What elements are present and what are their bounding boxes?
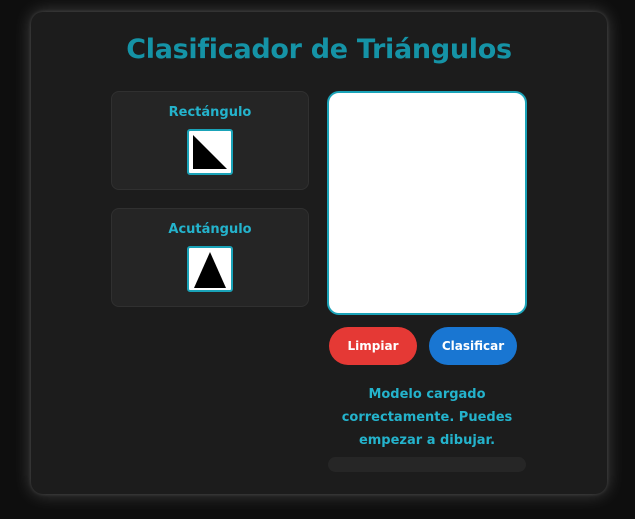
classifier-panel: Clasificador de Triángulos Rectángulo Ac…: [31, 12, 607, 494]
class-card-acutangulo: Acutángulo: [111, 208, 309, 307]
page-title: Clasificador de Triángulos: [126, 34, 512, 65]
drawing-canvas[interactable]: [327, 91, 527, 315]
acute-triangle-icon: [187, 246, 233, 292]
class-label: Acutángulo: [168, 222, 252, 237]
classify-button[interactable]: Clasificar: [429, 327, 517, 365]
class-label: Rectángulo: [168, 105, 252, 120]
right-triangle-icon: [187, 129, 233, 175]
class-card-rectangulo: Rectángulo: [111, 91, 309, 190]
progress-bar: [328, 457, 526, 472]
clear-button[interactable]: Limpiar: [329, 327, 417, 365]
status-message: Modelo cargado correctamente. Puedes emp…: [341, 387, 513, 448]
